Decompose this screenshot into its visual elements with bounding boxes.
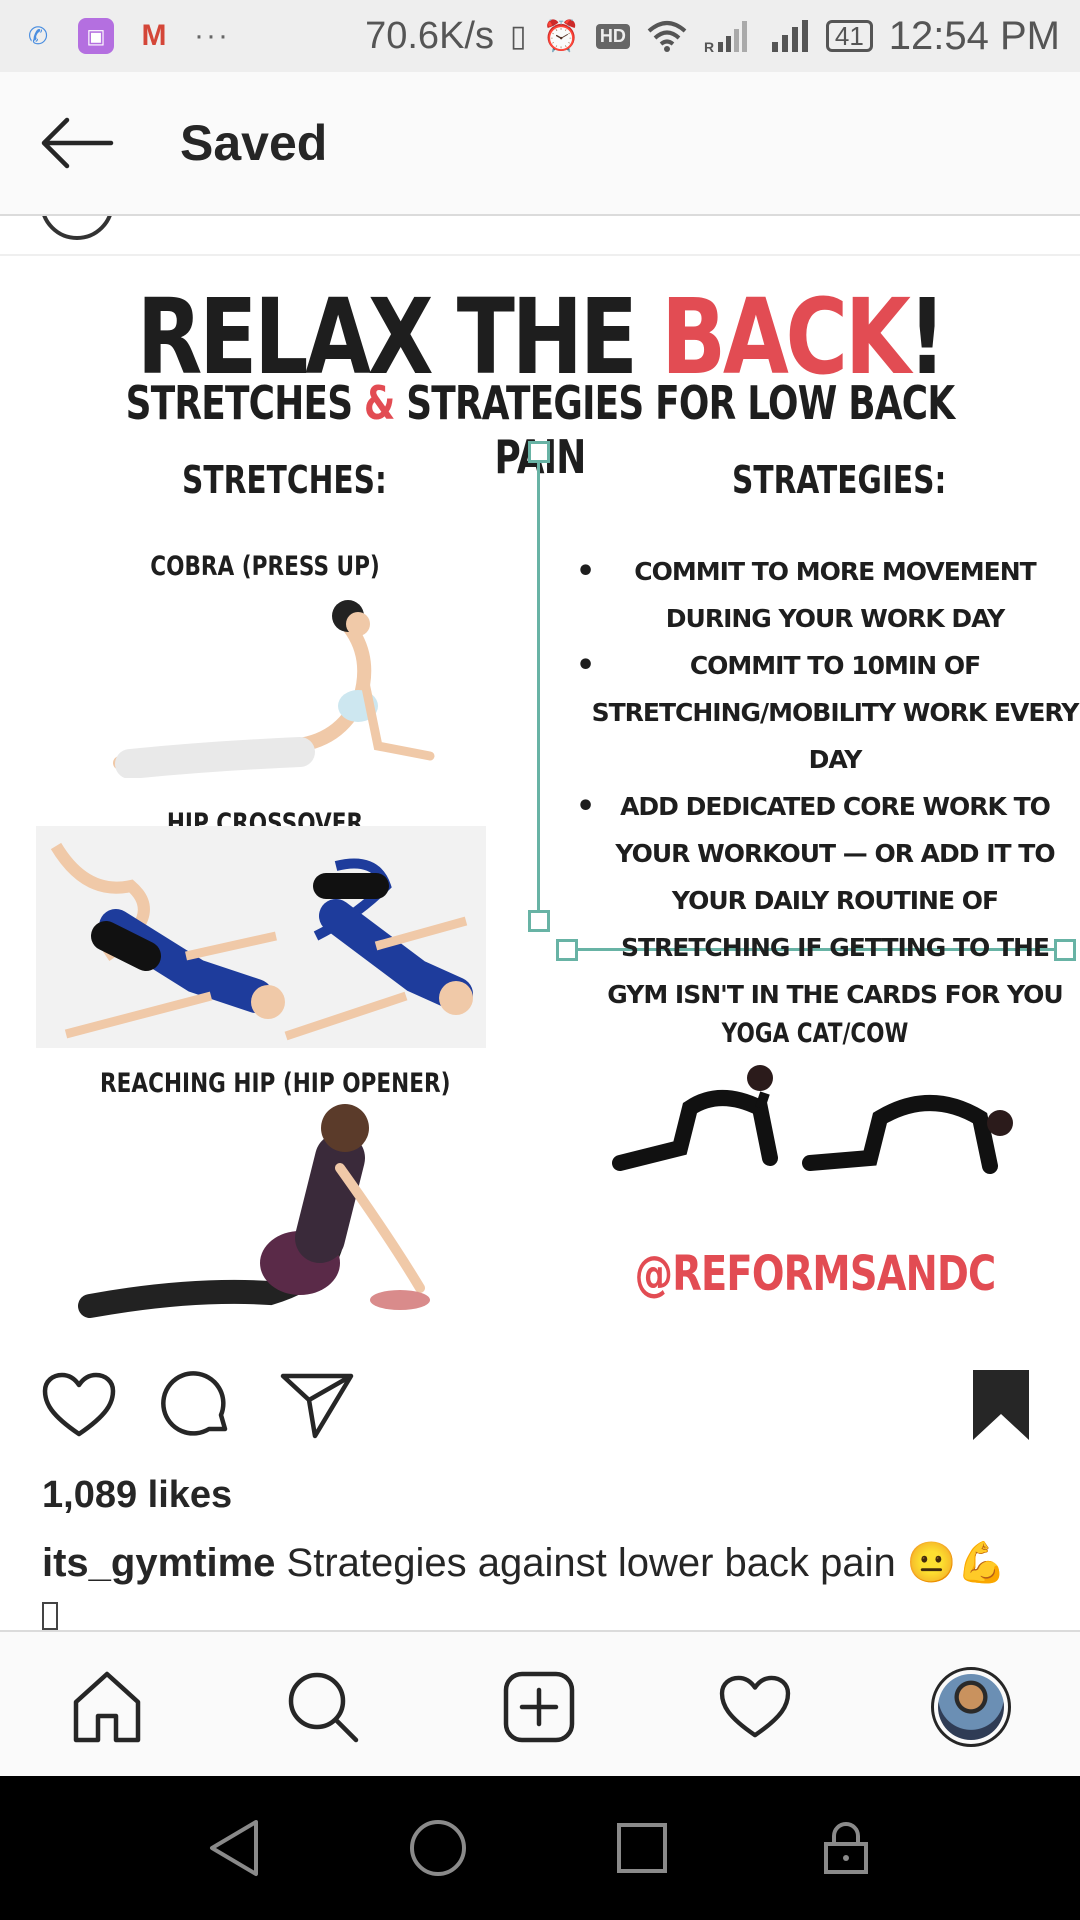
- unsupported-glyph-icon: [42, 1602, 58, 1630]
- system-back-button[interactable]: [184, 1798, 284, 1898]
- system-recents-button[interactable]: [592, 1798, 692, 1898]
- app-header: Saved: [0, 72, 1080, 216]
- signal-icon: [771, 20, 808, 52]
- yoga-cat-cow-photo: [612, 1065, 1013, 1174]
- like-button[interactable]: [34, 1360, 124, 1450]
- nav-search[interactable]: [268, 1652, 378, 1762]
- post-author-avatar[interactable]: [40, 216, 114, 240]
- reaching-hip-photo: [78, 1104, 430, 1318]
- activity-heart-icon: [719, 1675, 791, 1738]
- share-button[interactable]: [272, 1360, 362, 1450]
- strategies-heading: STRATEGIES:: [732, 458, 947, 502]
- caption-username[interactable]: its_gymtime: [42, 1541, 275, 1585]
- caption-text: Strategies against lower back pain: [275, 1541, 907, 1585]
- hd-voice-icon: HD: [595, 23, 630, 49]
- battery-indicator: 41: [825, 20, 873, 52]
- nav-profile[interactable]: [916, 1652, 1026, 1762]
- exercise-label-yoga: YOGA CAT/COW: [721, 1018, 909, 1049]
- nav-activity[interactable]: [700, 1652, 810, 1762]
- alarm-icon: ⏰: [542, 19, 580, 53]
- infographic-handle: @REFORMSANDC: [634, 1246, 997, 1302]
- signal-roaming-icon: R: [704, 21, 747, 54]
- heart-icon: [42, 1372, 116, 1437]
- comment-button[interactable]: [152, 1360, 242, 1450]
- post-header-partial: [0, 216, 1080, 256]
- save-button[interactable]: [956, 1360, 1046, 1450]
- profile-avatar: [931, 1667, 1011, 1747]
- page-title: Saved: [180, 115, 328, 171]
- lock-icon: [824, 1822, 868, 1874]
- clock: 12:54 PM: [888, 13, 1060, 58]
- add-icon: [503, 1671, 575, 1743]
- post-image[interactable]: RELAX THE BACK! STRETCHES & STRATEGIES F…: [0, 258, 1080, 1326]
- likes-count[interactable]: 1,089 likes: [42, 1474, 232, 1517]
- nav-home[interactable]: [52, 1652, 162, 1762]
- network-speed: 70.6K/s: [365, 14, 494, 57]
- strategy-item: COMMIT TO MORE MOVEMENT DURING YOUR WORK…: [570, 548, 1080, 642]
- stretches-heading: STRETCHES:: [182, 458, 387, 502]
- arrow-left-icon: [41, 117, 114, 169]
- search-icon: [288, 1672, 359, 1743]
- screen-lock-button[interactable]: [796, 1798, 896, 1898]
- phone-notification-icon: ✆: [27, 22, 49, 50]
- svg-text:R: R: [704, 39, 714, 54]
- wifi-icon: [647, 21, 687, 52]
- profile-picture: [938, 1674, 1004, 1740]
- more-notifications-icon: ···: [194, 19, 230, 52]
- system-navigation-bar: [0, 1776, 1080, 1920]
- strategy-item: ADD DEDICATED CORE WORK TO YOUR WORKOUT …: [570, 783, 1080, 1018]
- gallery-notification-icon: ▣: [78, 18, 114, 54]
- comment-icon: [161, 1371, 228, 1436]
- cobra-pose-photo: [113, 600, 435, 778]
- strategies-list: COMMIT TO MORE MOVEMENT DURING YOUR WORK…: [570, 548, 1080, 1018]
- triangle-back-icon: [210, 1820, 258, 1876]
- bracket-handle: [528, 910, 550, 932]
- strategy-item: COMMIT TO 10MIN OF STRETCHING/MOBILITY W…: [570, 642, 1080, 783]
- bookmark-filled-icon: [973, 1370, 1029, 1440]
- caption-emojis: 😐💪: [906, 1541, 1007, 1585]
- home-icon: [73, 1671, 141, 1743]
- bracket-handle: [528, 441, 550, 463]
- square-recents-icon: [617, 1823, 667, 1873]
- hip-crossover-photo: [36, 826, 486, 1048]
- paper-plane-icon: [280, 1373, 354, 1439]
- post-actions: [0, 1350, 1080, 1460]
- gmail-notification-icon: M: [141, 19, 167, 52]
- nav-create[interactable]: [484, 1652, 594, 1762]
- vibrate-icon: ▯: [509, 19, 527, 53]
- back-button[interactable]: [22, 88, 132, 198]
- status-bar: ✆ ▣ M ··· 70.6K/s ▯ ⏰ HD R 41 12:54 PM: [0, 0, 1080, 72]
- bottom-navigation: [0, 1630, 1080, 1776]
- circle-home-icon: [410, 1820, 466, 1876]
- bracket-line-vertical: [537, 452, 540, 922]
- system-home-button[interactable]: [388, 1798, 488, 1898]
- post-caption: its_gymtime Strategies against lower bac…: [42, 1536, 1052, 1644]
